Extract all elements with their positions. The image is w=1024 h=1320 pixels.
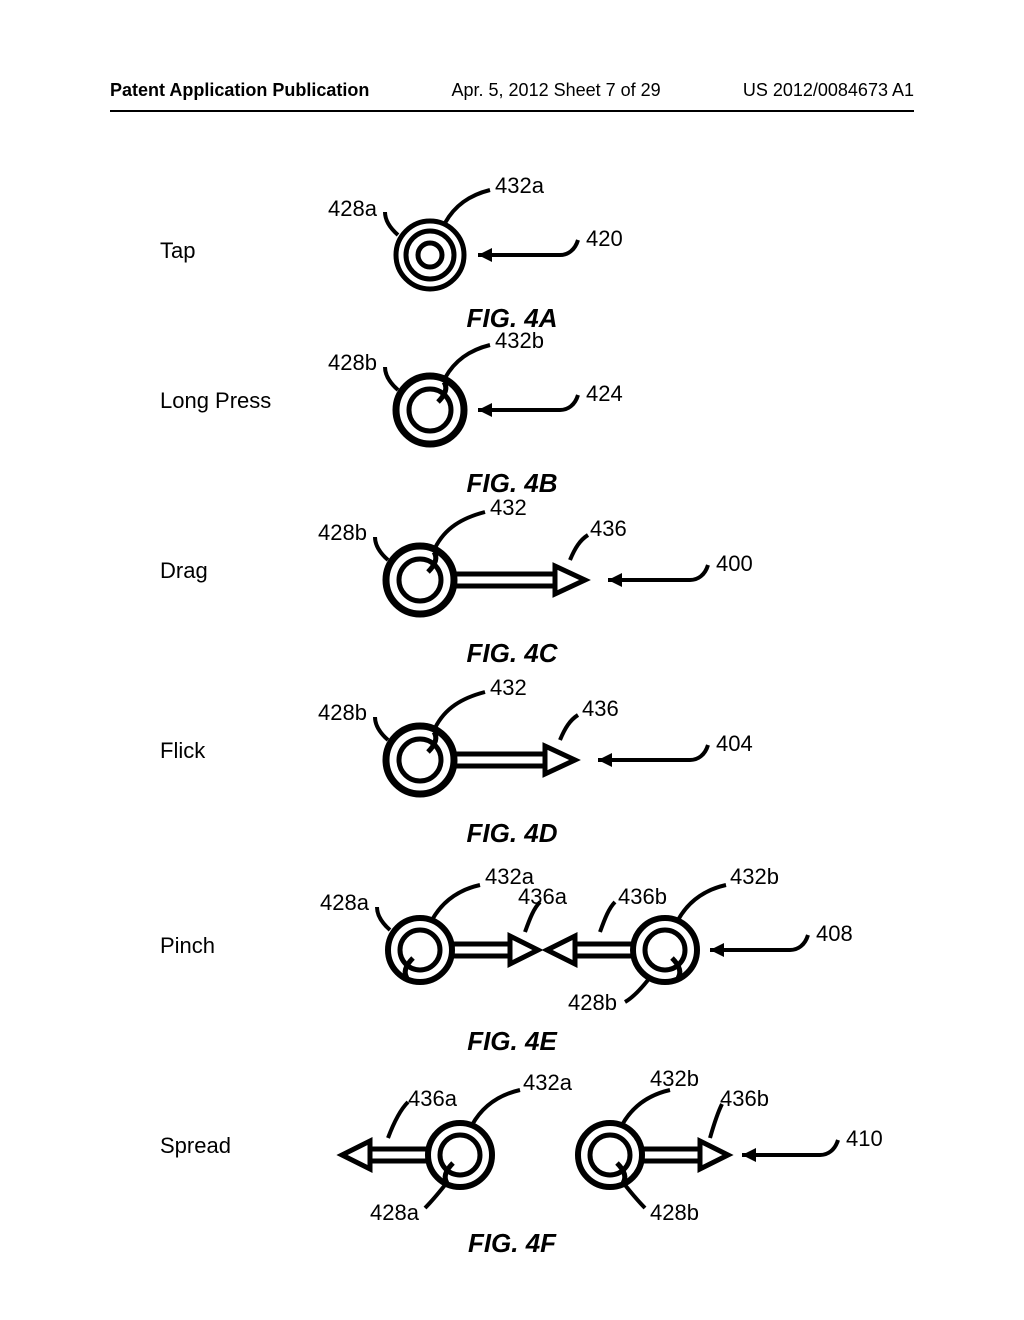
ref-420: 420 <box>586 228 623 250</box>
leader-420-arrow <box>478 248 492 262</box>
ref-408: 408 <box>816 923 853 945</box>
leader-428b <box>375 537 388 560</box>
fig-4c-svg <box>0 500 1024 650</box>
leader-424-arrow <box>478 403 492 417</box>
ref-428b: 428b <box>328 352 377 374</box>
leader-428b <box>625 980 648 1002</box>
touch-point-right-icon <box>633 918 697 982</box>
ref-428b: 428b <box>318 702 367 724</box>
leader-428b <box>625 1185 645 1208</box>
ref-432b: 432b <box>495 330 544 352</box>
flick-arrow-icon <box>455 746 575 774</box>
leader-432 <box>435 512 485 548</box>
touch-point-icon <box>396 376 464 444</box>
leader-432b <box>678 885 726 920</box>
ref-428a: 428a <box>370 1202 419 1224</box>
leader-432a <box>432 885 480 920</box>
leader-432a <box>445 190 490 223</box>
leader-436 <box>560 715 578 740</box>
ref-428a: 428a <box>328 198 377 220</box>
ref-436b: 436b <box>618 886 667 908</box>
spread-arrow-left-icon <box>342 1141 427 1169</box>
ref-432: 432 <box>490 497 527 519</box>
header-sheet: Apr. 5, 2012 Sheet 7 of 29 <box>452 80 661 101</box>
figure-4e: Pinch <box>0 860 1024 1030</box>
touch-point-left-icon <box>388 918 452 982</box>
ref-428b: 428b <box>318 522 367 544</box>
figure-4f: Spread <box>0 1060 1024 1240</box>
gesture-label-drag: Drag <box>160 560 208 582</box>
ref-432: 432 <box>490 677 527 699</box>
header-pubnum: US 2012/0084673 A1 <box>743 80 914 101</box>
leader-428b <box>375 717 388 740</box>
ref-432b: 432b <box>650 1068 699 1090</box>
figure-4d-caption: FIG. 4D <box>0 820 1024 846</box>
figure-4d: Flick 432 436 428b 404 <box>0 680 1024 830</box>
ref-432a: 432a <box>495 175 544 197</box>
leader-428a <box>385 212 398 235</box>
ref-436: 436 <box>590 518 627 540</box>
leader-432b <box>622 1090 670 1125</box>
ref-428b: 428b <box>568 992 617 1014</box>
fig-4d-svg <box>0 680 1024 830</box>
leader-436b <box>600 902 615 932</box>
leader-420-hook <box>560 240 578 255</box>
spread-arrow-right-icon <box>643 1141 728 1169</box>
gesture-label-spread: Spread <box>160 1135 231 1157</box>
ref-436a: 436a <box>518 886 567 908</box>
ref-436b: 436b <box>720 1088 769 1110</box>
header-publication: Patent Application Publication <box>110 80 369 101</box>
patent-figure-page: Patent Application Publication Apr. 5, 2… <box>0 0 1024 1320</box>
ref-432b: 432b <box>730 866 779 888</box>
gesture-label-longpress: Long Press <box>160 390 271 412</box>
leader-432b <box>445 345 490 378</box>
figure-4c-caption: FIG. 4C <box>0 640 1024 666</box>
ref-400: 400 <box>716 553 753 575</box>
ref-424: 424 <box>586 383 623 405</box>
leader-428a <box>425 1185 445 1208</box>
header-rule <box>110 110 914 112</box>
leader-436a <box>388 1102 408 1138</box>
figure-4b-caption: FIG. 4B <box>0 470 1024 496</box>
ref-428a: 428a <box>320 892 369 914</box>
ref-410: 410 <box>846 1128 883 1150</box>
figure-4f-caption: FIG. 4F <box>0 1230 1024 1256</box>
leader-428b <box>385 367 398 390</box>
leader-432 <box>435 692 485 728</box>
figure-4e-caption: FIG. 4E <box>0 1028 1024 1054</box>
pinch-arrow-left-icon <box>453 936 538 964</box>
ref-428b: 428b <box>650 1202 699 1224</box>
ref-436a: 436a <box>408 1088 457 1110</box>
gesture-label-tap: Tap <box>160 240 195 262</box>
leader-424-hook <box>560 395 578 410</box>
gesture-label-flick: Flick <box>160 740 205 762</box>
figure-4b: Long Press 432b 428b 424 <box>0 330 1024 480</box>
drag-arrow-icon <box>455 566 585 594</box>
leader-428a <box>377 907 390 930</box>
touch-point-right-icon <box>578 1123 642 1187</box>
touch-point-icon <box>386 726 454 794</box>
leader-432a <box>472 1090 520 1125</box>
touch-point-icon <box>386 546 454 614</box>
ref-404: 404 <box>716 733 753 755</box>
touch-point-left-icon <box>428 1123 492 1187</box>
pinch-arrow-right-icon <box>547 936 632 964</box>
touch-point-icon <box>396 221 464 289</box>
gesture-label-pinch: Pinch <box>160 935 215 957</box>
ref-436: 436 <box>582 698 619 720</box>
page-header: Patent Application Publication Apr. 5, 2… <box>0 80 1024 101</box>
ref-432a: 432a <box>523 1072 572 1094</box>
leader-436 <box>570 535 588 560</box>
figure-4c: Drag 432 436 428b 400 <box>0 500 1024 650</box>
